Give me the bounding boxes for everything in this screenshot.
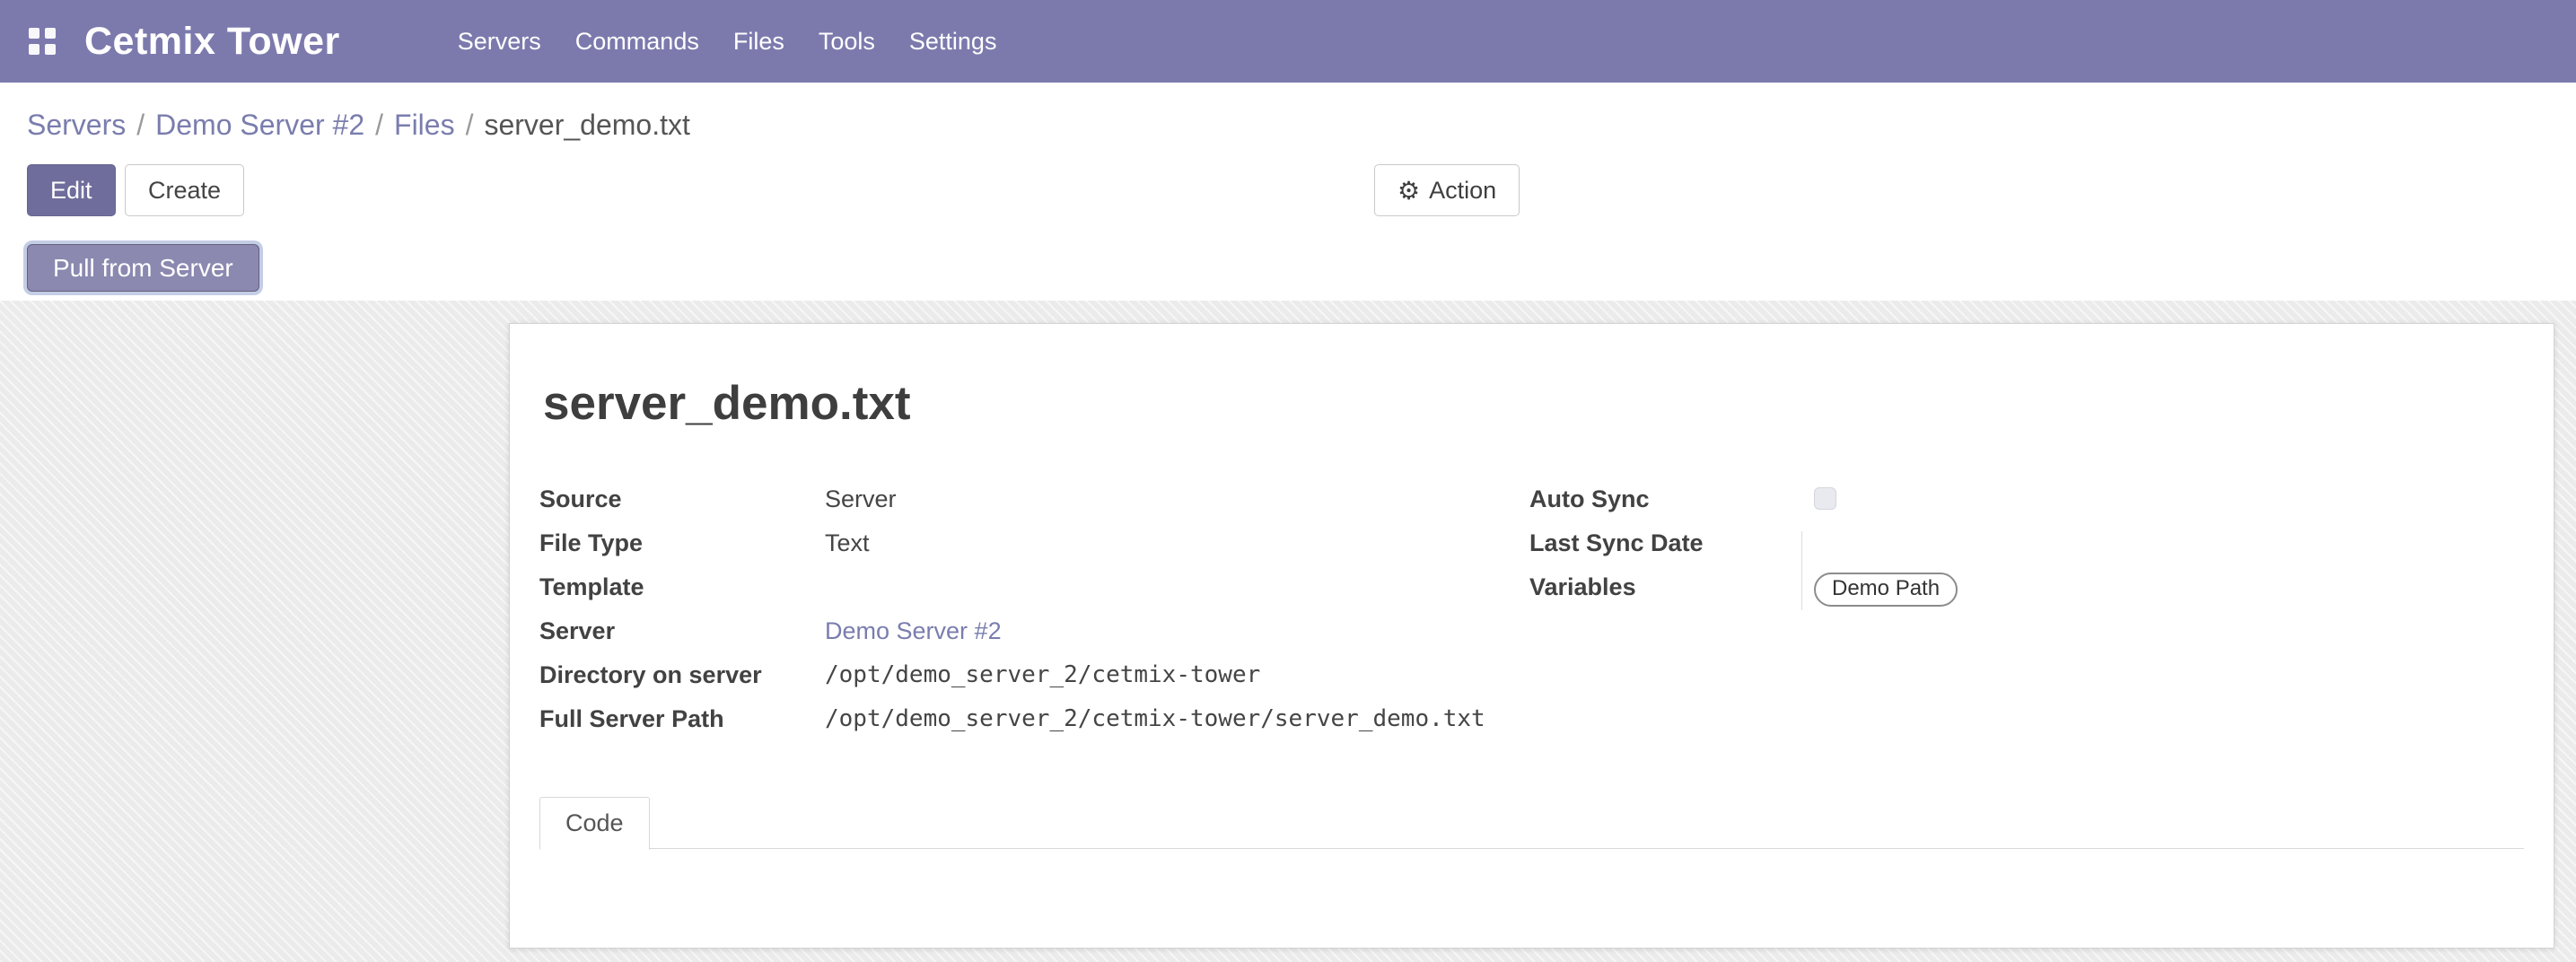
breadcrumb-separator: / — [455, 109, 485, 141]
breadcrumb-separator: / — [126, 109, 155, 141]
field-label-source: Source — [539, 485, 825, 514]
action-label: Action — [1429, 177, 1496, 205]
field-label-directory: Directory on server — [539, 660, 825, 690]
field-label-template: Template — [539, 573, 825, 602]
menu-item-settings[interactable]: Settings — [892, 0, 1014, 83]
menu-item-commands[interactable]: Commands — [558, 0, 716, 83]
field-row-full-path: Full Server Path /opt/demo_server_2/cetm… — [539, 704, 1491, 748]
content-area: server_demo.txt Source Server File Type … — [0, 301, 2576, 962]
field-value-directory: /opt/demo_server_2/cetmix-tower — [825, 660, 1260, 690]
field-label-file-type: File Type — [539, 529, 825, 558]
record-title: server_demo.txt — [543, 375, 2554, 433]
field-label-auto-sync: Auto Sync — [1529, 485, 1814, 514]
menu-item-tools[interactable]: Tools — [802, 0, 892, 83]
menu-item-files[interactable]: Files — [716, 0, 802, 83]
field-group-left: Source Server File Type Text Template Se… — [539, 485, 1491, 748]
field-label-server: Server — [539, 617, 825, 646]
field-row-server: Server Demo Server #2 — [539, 617, 1491, 660]
create-button[interactable]: Create — [125, 164, 244, 216]
notebook-tabs: Code — [539, 796, 2524, 849]
field-value-file-type: Text — [825, 529, 870, 558]
field-row-variables: Variables Demo Path — [1529, 573, 2517, 617]
edit-button[interactable]: Edit — [27, 164, 116, 216]
breadcrumb-current: server_demo.txt — [484, 109, 689, 141]
field-row-directory: Directory on server /opt/demo_server_2/c… — [539, 660, 1491, 704]
field-value-source: Server — [825, 485, 897, 514]
server-record-link[interactable]: Demo Server #2 — [825, 617, 1002, 644]
field-separator-line — [1801, 531, 1802, 610]
tab-code[interactable]: Code — [539, 797, 650, 850]
top-navbar: Cetmix Tower Servers Commands Files Tool… — [0, 0, 2576, 83]
auto-sync-checkbox — [1814, 487, 1836, 510]
field-group-right: Auto Sync Last Sync Date Variables Demo … — [1529, 485, 2517, 748]
notebook: Code — [539, 796, 2524, 849]
object-buttons-row: Pull from Server — [27, 244, 2549, 292]
field-row-auto-sync: Auto Sync — [1529, 485, 2517, 529]
field-label-variables: Variables — [1529, 573, 1814, 602]
app-brand-title[interactable]: Cetmix Tower — [84, 20, 340, 64]
breadcrumb-link-files[interactable]: Files — [394, 109, 455, 141]
main-menu: Servers Commands Files Tools Settings — [441, 0, 1014, 83]
field-row-last-sync: Last Sync Date — [1529, 529, 2517, 573]
field-grid: Source Server File Type Text Template Se… — [510, 485, 2554, 748]
pull-from-server-button[interactable]: Pull from Server — [27, 244, 259, 292]
field-label-full-path: Full Server Path — [539, 704, 825, 734]
field-value-full-path: /opt/demo_server_2/cetmix-tower/server_d… — [825, 704, 1485, 734]
breadcrumb-separator: / — [364, 109, 394, 141]
field-row-file-type: File Type Text — [539, 529, 1491, 573]
variable-tag: Demo Path — [1814, 573, 1958, 607]
menu-item-servers[interactable]: Servers — [441, 0, 558, 83]
breadcrumb: Servers/Demo Server #2/Files/server_demo… — [27, 109, 2549, 141]
field-row-source: Source Server — [539, 485, 1491, 529]
control-panel: Servers/Demo Server #2/Files/server_demo… — [0, 83, 2576, 301]
breadcrumb-link-servers[interactable]: Servers — [27, 109, 126, 141]
field-label-last-sync: Last Sync Date — [1529, 529, 1814, 558]
breadcrumb-link-demo-server[interactable]: Demo Server #2 — [155, 109, 364, 141]
field-row-template: Template — [539, 573, 1491, 617]
apps-grid-icon[interactable] — [29, 28, 56, 55]
action-menu-button[interactable]: ⚙ Action — [1374, 164, 1520, 216]
gear-icon: ⚙ — [1398, 176, 1420, 206]
button-row: Edit Create ⚙ Action — [27, 164, 2549, 216]
form-sheet: server_demo.txt Source Server File Type … — [509, 323, 2554, 949]
